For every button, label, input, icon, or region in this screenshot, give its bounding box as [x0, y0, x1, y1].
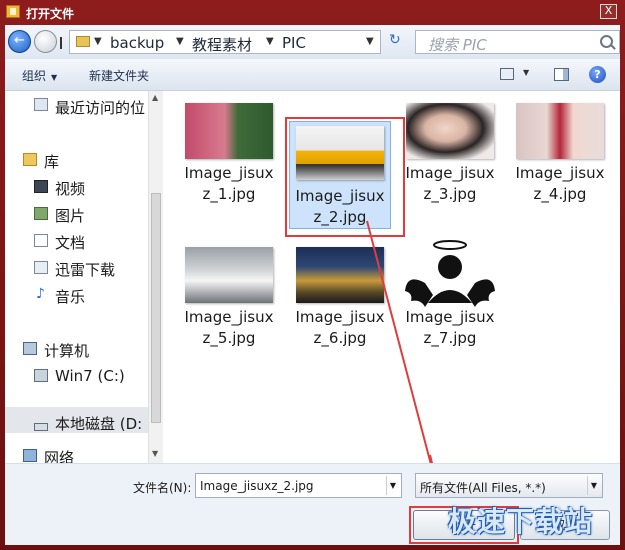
window-title: 打开文件	[26, 7, 75, 21]
chevron-right-icon[interactable]: ▼	[266, 36, 274, 47]
image-thumbnail	[185, 103, 273, 159]
nav-scrollbar[interactable]: ▲ ▼	[148, 91, 163, 463]
file-type-value: 所有文件(All Files, *.*)	[420, 481, 546, 495]
documents-icon	[34, 234, 48, 247]
file-item[interactable]: Image_jisux z_1.jpg	[178, 95, 280, 205]
network-icon	[23, 449, 37, 462]
file-type-select[interactable]: 所有文件(All Files, *.*) ▼	[415, 473, 603, 498]
address-bar[interactable]: ▼ backup ▼ 教程素材 ▼ PIC ▼	[69, 30, 381, 54]
nav-item-pictures[interactable]: 图片	[55, 205, 85, 226]
nav-item-libraries[interactable]: 库	[44, 151, 59, 172]
filename-value: Image_jisuxz_2.jpg	[200, 479, 314, 493]
address-row: ← ▼ backup ▼ 教程素材 ▼ PIC ▼ ↻ 搜索 PIC	[5, 25, 620, 59]
local-disk-icon	[34, 423, 48, 431]
nav-item-computer[interactable]: 计算机	[44, 340, 89, 361]
forward-button[interactable]	[34, 30, 57, 53]
scrollbar-thumb[interactable]	[151, 193, 161, 423]
dialog-client: ← ▼ backup ▼ 教程素材 ▼ PIC ▼ ↻ 搜索 PIC 组织 ▼ 新…	[5, 25, 620, 545]
chevron-down-icon: ▼	[51, 73, 58, 82]
video-icon	[34, 180, 48, 193]
navigation-pane: 最近访问的位 库 视频 图片 文档 迅雷下载 ♪ 音乐 计算机 Win7 (C:…	[5, 91, 148, 463]
back-button[interactable]: ←	[8, 30, 31, 53]
file-item[interactable]: Image_jisux z_7.jpg	[399, 239, 501, 349]
filename-input[interactable]: Image_jisuxz_2.jpg ▼	[195, 473, 402, 498]
chevron-down-icon[interactable]: ▼	[386, 476, 399, 495]
system-drive-icon	[34, 369, 48, 382]
breadcrumb-tutorial[interactable]: 教程素材	[192, 34, 252, 55]
chevron-right-icon[interactable]: ▼	[94, 36, 102, 47]
scroll-down-icon[interactable]: ▼	[152, 449, 158, 458]
file-item[interactable]: Image_jisux z_6.jpg	[289, 239, 391, 349]
chevron-right-icon[interactable]: ▼	[176, 36, 184, 47]
nav-item-music[interactable]: 音乐	[55, 286, 85, 307]
help-button[interactable]: ?	[589, 66, 606, 83]
preview-pane-icon[interactable]	[554, 68, 569, 81]
file-list: Image_jisux z_1.jpg Image_jisux z_2.jpg …	[163, 91, 620, 463]
scroll-up-icon[interactable]: ▲	[152, 93, 158, 102]
file-name: Image_jisux z_7.jpg	[405, 308, 495, 347]
image-thumbnail	[516, 103, 604, 159]
nav-item-thunder-downloads[interactable]: 迅雷下载	[55, 259, 115, 280]
pictures-icon	[34, 207, 48, 220]
organize-button[interactable]: 组织 ▼	[22, 67, 57, 84]
view-mode-icon[interactable]	[500, 68, 514, 80]
breadcrumb-backup[interactable]: backup	[110, 34, 164, 52]
file-name: Image_jisux z_3.jpg	[405, 164, 495, 203]
file-item[interactable]: Image_jisux z_5.jpg	[178, 239, 280, 349]
new-folder-button[interactable]: 新建文件夹	[89, 67, 149, 84]
nav-item-drive-d[interactable]: 本地磁盘 (D:	[55, 413, 142, 434]
file-item[interactable]: Image_jisux z_3.jpg	[399, 95, 501, 205]
filename-label: 文件名(N):	[133, 481, 192, 495]
nav-item-recent[interactable]: 最近访问的位	[55, 97, 145, 118]
open-file-dialog: 打开文件 X ← ▼ backup ▼ 教程素材 ▼ PIC ▼ ↻ 搜索 PI…	[0, 0, 625, 550]
nav-item-videos[interactable]: 视频	[55, 178, 85, 199]
search-input[interactable]: 搜索 PIC	[415, 30, 620, 54]
view-dropdown-icon[interactable]: ▼	[523, 68, 529, 77]
recent-places-icon	[34, 98, 48, 111]
file-name: Image_jisux z_1.jpg	[184, 164, 274, 203]
organize-label: 组织	[22, 69, 47, 83]
search-icon[interactable]	[600, 35, 613, 48]
breadcrumb-pic[interactable]: PIC	[282, 34, 306, 52]
file-item[interactable]: Image_jisux z_4.jpg	[509, 95, 611, 205]
image-thumbnail	[185, 247, 273, 303]
refresh-icon[interactable]: ↻	[389, 32, 401, 48]
search-placeholder: 搜索 PIC	[428, 36, 487, 54]
library-icon	[23, 153, 37, 166]
computer-icon	[23, 342, 37, 355]
file-name: Image_jisux z_5.jpg	[184, 308, 274, 347]
watermark-text: 极速下载站	[448, 505, 594, 538]
nav-item-network[interactable]: 网络	[44, 447, 74, 463]
file-name: Image_jisux z_6.jpg	[295, 308, 385, 347]
title-bar: 打开文件 X	[0, 0, 625, 24]
image-thumbnail	[406, 103, 494, 159]
image-thumbnail	[296, 247, 384, 303]
folder-icon	[76, 36, 90, 47]
download-folder-icon	[34, 261, 48, 274]
chevron-down-icon[interactable]: ▼	[587, 476, 600, 495]
selection-highlight-box	[285, 117, 405, 237]
app-icon	[6, 5, 20, 18]
close-button[interactable]: X	[600, 4, 617, 19]
address-dropdown-icon[interactable]: ▼	[366, 36, 374, 47]
command-bar: 组织 ▼ 新建文件夹 ▼ ?	[5, 59, 620, 91]
music-icon: ♪	[36, 286, 45, 302]
nav-item-documents[interactable]: 文档	[55, 232, 85, 253]
file-name: Image_jisux z_4.jpg	[515, 164, 605, 203]
nav-item-drive-c[interactable]: Win7 (C:)	[55, 367, 125, 385]
